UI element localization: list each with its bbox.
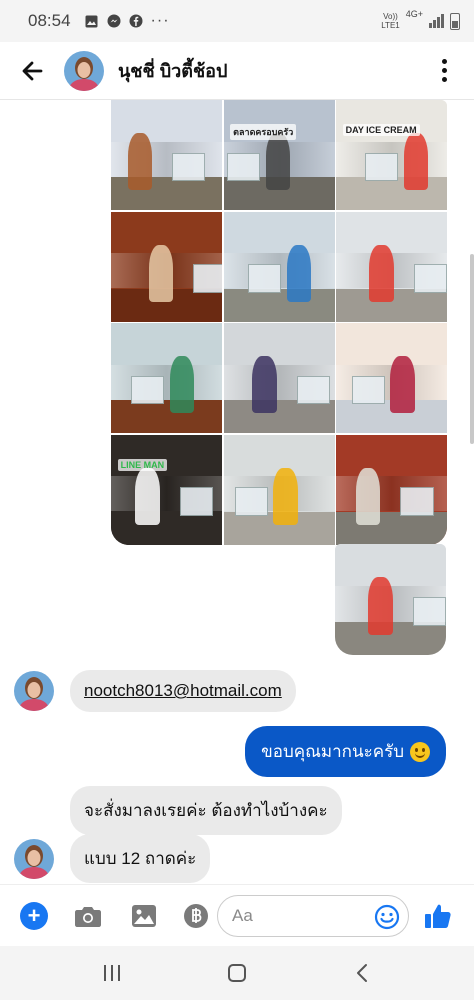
avatar bbox=[14, 838, 54, 879]
photo-line-man-poster[interactable]: LINE MAN bbox=[111, 434, 222, 545]
photo-vendor-at-stall[interactable] bbox=[111, 100, 222, 210]
photo-vendor-with-freezer[interactable] bbox=[336, 211, 447, 322]
battery-icon bbox=[450, 12, 460, 30]
facebook-icon bbox=[129, 14, 143, 28]
smile-emoji-icon bbox=[410, 741, 430, 762]
message-row-order: จะสั่งมาลงเรยค่ะ ต้องทำไงบ้างคะ bbox=[70, 786, 342, 835]
message-text: จะสั่งมาลงเรยค่ะ ต้องทำไงบ้างคะ bbox=[84, 801, 328, 820]
status-more-indicator: ··· bbox=[150, 12, 170, 29]
payment-button[interactable] bbox=[176, 896, 216, 936]
emoji-icon bbox=[374, 904, 400, 930]
status-time: 08:54 bbox=[28, 11, 71, 30]
gallery-button[interactable] bbox=[124, 896, 164, 936]
photo-food-menu-poster[interactable] bbox=[111, 211, 222, 322]
photo-caption: LINE MAN bbox=[117, 458, 168, 471]
camera-icon bbox=[75, 906, 101, 927]
home-icon bbox=[227, 964, 246, 982]
message-text: ขอบคุณมากนะครับ bbox=[261, 742, 404, 761]
network-volte: Vo)) bbox=[383, 12, 398, 21]
recent-apps-button[interactable] bbox=[82, 951, 142, 995]
status-bar: 08:54 ··· Vo)) LTE1 4G+ bbox=[0, 0, 474, 42]
message-text: แบบ 12 ถาดค่ะ bbox=[84, 849, 197, 868]
camera-button[interactable] bbox=[68, 896, 108, 936]
photo-market-gate-sign[interactable]: ตลาดครอบครัว bbox=[223, 100, 335, 210]
system-nav-bar bbox=[0, 946, 474, 1000]
message-bubble-trays[interactable]: แบบ 12 ถาดค่ะ bbox=[70, 834, 211, 883]
message-list[interactable]: ตลาดครอบครัว DAY ICE CREAM LINE MAN nootch… bbox=[0, 100, 474, 884]
back-button[interactable] bbox=[10, 49, 54, 93]
gallery-icon bbox=[85, 14, 99, 28]
messenger-icon bbox=[107, 14, 121, 28]
plus-icon: + bbox=[20, 901, 48, 930]
photo-handing-product[interactable] bbox=[223, 434, 335, 545]
photo-market-stalls[interactable] bbox=[223, 211, 335, 322]
add-button[interactable]: + bbox=[14, 896, 54, 936]
photo-grid: ตลาดครอบครัว DAY ICE CREAM LINE MAN bbox=[111, 100, 447, 545]
home-button[interactable] bbox=[207, 951, 267, 995]
photo-caption: DAY ICE CREAM bbox=[342, 124, 420, 137]
photo-food-counter[interactable] bbox=[111, 323, 222, 433]
scrollbar[interactable] bbox=[470, 254, 474, 444]
message-row-trays: แบบ 12 ถาดค่ะ bbox=[14, 834, 211, 883]
message-row-thanks: ขอบคุณมากนะครับ bbox=[245, 726, 446, 777]
contact-avatar[interactable] bbox=[64, 50, 104, 91]
photo-stall-banner[interactable] bbox=[336, 434, 447, 545]
message-input-field[interactable] bbox=[217, 895, 409, 937]
back-icon bbox=[356, 964, 367, 982]
message-bubble-email[interactable]: nootch8013@hotmail.com bbox=[70, 670, 296, 712]
thumbs-up-icon bbox=[425, 904, 451, 928]
message-bubble-thanks[interactable]: ขอบคุณมากนะครับ bbox=[245, 726, 446, 777]
contact-name[interactable]: นุชชี่ บิวตี้ช้อป bbox=[118, 56, 227, 85]
emoji-button[interactable] bbox=[374, 904, 400, 935]
arrow-left-icon bbox=[22, 61, 43, 80]
network-lte: LTE1 bbox=[381, 21, 400, 30]
network-4g: 4G+ bbox=[405, 9, 423, 19]
chat-header: นุชชี่ บิวตี้ช้อป bbox=[0, 42, 474, 100]
avatar bbox=[14, 671, 54, 711]
status-right: Vo)) LTE1 4G+ bbox=[381, 9, 460, 30]
back-nav-button[interactable] bbox=[332, 951, 392, 995]
photo-ice-cream-freezer[interactable]: DAY ICE CREAM bbox=[336, 100, 447, 210]
single-photo[interactable] bbox=[335, 544, 446, 655]
message-bubble-order[interactable]: จะสั่งมาลงเรยค่ะ ต้องทำไงบ้างคะ bbox=[70, 786, 342, 835]
message-input[interactable] bbox=[232, 906, 362, 926]
vertical-dots-icon[interactable] bbox=[432, 49, 456, 93]
email-link[interactable]: nootch8013@hotmail.com bbox=[84, 681, 282, 700]
like-button[interactable] bbox=[418, 896, 458, 936]
composer-bar: + bbox=[0, 884, 474, 946]
image-icon bbox=[132, 904, 156, 927]
baht-icon bbox=[184, 903, 208, 928]
photo-market-vendors[interactable] bbox=[223, 323, 335, 433]
photo-caption: ตลาดครอบครัว bbox=[230, 124, 297, 141]
photo-ice-cream-scoops[interactable] bbox=[336, 323, 447, 433]
recent-apps-icon bbox=[104, 965, 121, 981]
network-indicator: Vo)) LTE1 bbox=[381, 12, 400, 30]
signal-icon bbox=[429, 14, 444, 28]
message-row-email: nootch8013@hotmail.com bbox=[14, 670, 296, 712]
messenger-screen: 08:54 ··· Vo)) LTE1 4G+ นุชชี่ บิวตี้ช้อ… bbox=[0, 0, 474, 1000]
